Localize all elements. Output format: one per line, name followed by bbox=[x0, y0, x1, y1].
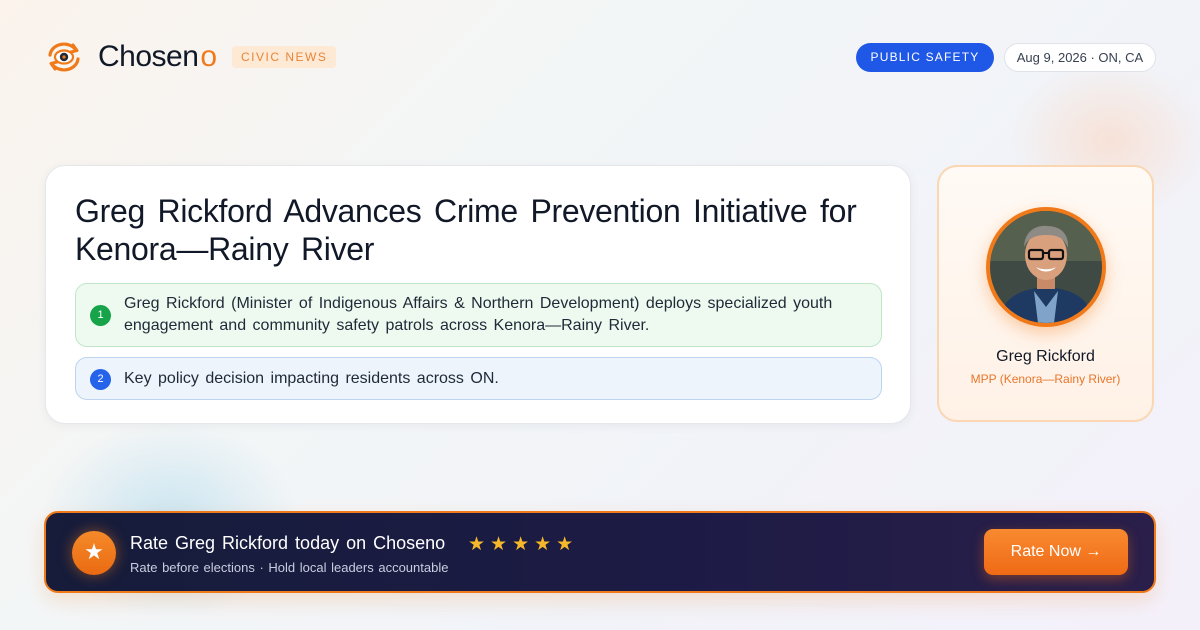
date-location-pill: Aug 9, 2026 · ON, CA bbox=[1004, 43, 1156, 72]
logo[interactable]: Chosen o bbox=[46, 40, 217, 74]
person-portrait-icon bbox=[990, 211, 1102, 323]
star-badge: ★ bbox=[72, 531, 116, 575]
banner-subtitle: Rate before elections · Hold local leade… bbox=[130, 560, 449, 575]
point-text: Key policy decision impacting residents … bbox=[124, 370, 499, 387]
point-number-badge: 1 bbox=[90, 305, 111, 326]
star-icon: ★ bbox=[84, 539, 104, 564]
rating-banner: ★ Rate Greg Rickford today on Choseno ★★… bbox=[44, 511, 1156, 593]
banner-title: Rate Greg Rickford today on Choseno bbox=[130, 533, 446, 553]
article-title: Greg Rickford Advances Crime Prevention … bbox=[75, 193, 857, 267]
avatar bbox=[986, 207, 1106, 327]
key-point-item: 2 Key policy decision impacting resident… bbox=[75, 357, 882, 400]
section-badge: CIVIC NEWS bbox=[232, 46, 337, 68]
eye-cycle-logo-icon bbox=[48, 42, 80, 72]
point-number-badge: 2 bbox=[90, 369, 111, 390]
profile-card[interactable]: Greg Rickford MPP (Kenora—Rainy River) bbox=[937, 165, 1154, 422]
category-pill[interactable]: PUBLIC SAFETY bbox=[856, 43, 994, 72]
brand-name: Chosen o bbox=[98, 40, 217, 74]
rate-now-button[interactable]: Rate Now → bbox=[984, 529, 1128, 575]
brand-word: Chosen bbox=[98, 40, 199, 73]
profile-name: Greg Rickford bbox=[996, 348, 1095, 365]
brand-suffix: o bbox=[200, 40, 217, 73]
point-text: Greg Rickford (Minister of Indigenous Af… bbox=[124, 295, 833, 334]
profile-role: MPP (Kenora—Rainy River) bbox=[970, 372, 1121, 386]
rating-stars: ★★★★★ bbox=[468, 534, 579, 555]
key-point-item: 1 Greg Rickford (Minister of Indigenous … bbox=[75, 283, 882, 347]
article-card: Greg Rickford Advances Crime Prevention … bbox=[45, 165, 911, 424]
